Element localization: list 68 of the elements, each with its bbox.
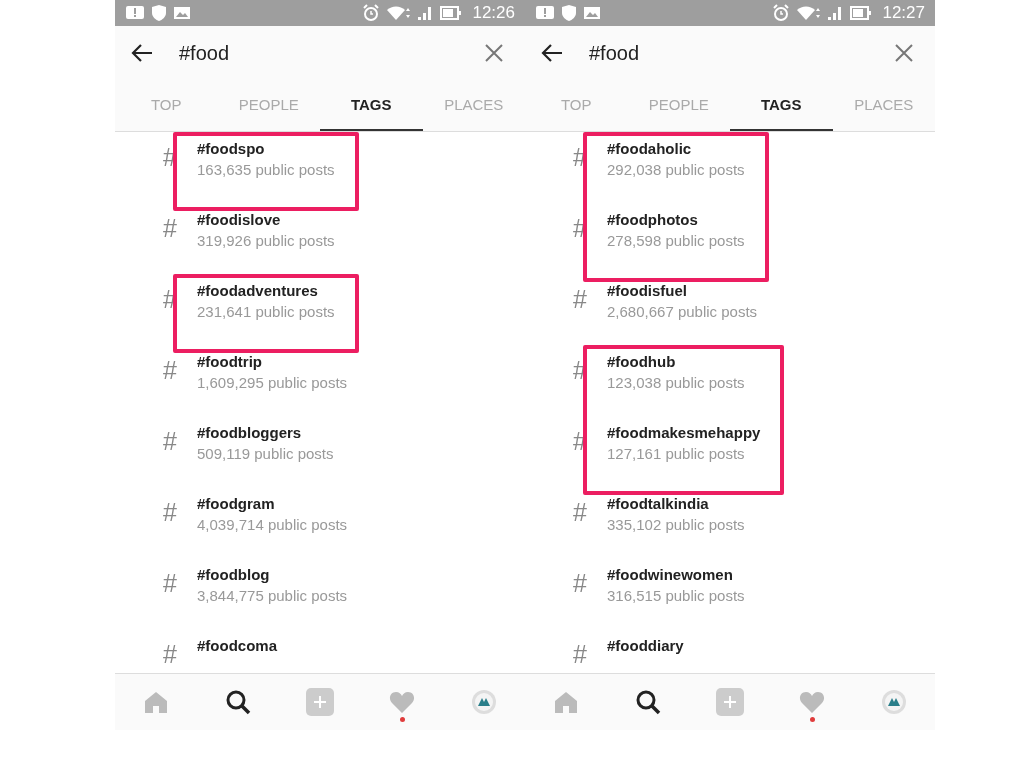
- post-count: 292,038 public posts: [607, 161, 745, 178]
- post-count: 2,680,667 public posts: [607, 303, 758, 320]
- shield-icon: [561, 4, 577, 22]
- search-field[interactable]: #food: [589, 41, 869, 65]
- hashtag-icon: #: [163, 217, 177, 239]
- hashtag-name[interactable]: #foodphotos: [607, 211, 745, 228]
- post-count: 163,635 public posts: [197, 161, 335, 178]
- shield-icon: [151, 4, 167, 22]
- hashtag-icon: #: [163, 430, 177, 452]
- hashtag-icon: #: [163, 643, 177, 665]
- close-icon[interactable]: [895, 44, 913, 62]
- hashtag-icon: #: [163, 359, 177, 381]
- hashtag-name[interactable]: #foodcoma: [197, 637, 277, 654]
- avatar-icon[interactable]: [471, 689, 497, 715]
- hashtag-icon: #: [163, 572, 177, 594]
- hashtag-name[interactable]: #foodwinewomen: [607, 566, 745, 583]
- post-count: 316,515 public posts: [607, 587, 745, 604]
- hashtag-icon: #: [573, 643, 587, 665]
- hashtag-name[interactable]: #foodspo: [197, 140, 335, 157]
- search-icon[interactable]: [225, 689, 251, 715]
- wifi-icon: [796, 5, 823, 21]
- hashtag-name[interactable]: #foodtrip: [197, 353, 348, 370]
- post-count: 335,102 public posts: [607, 516, 745, 533]
- alarm-icon: [362, 4, 381, 22]
- search-bar[interactable]: #food: [525, 26, 935, 80]
- alert-icon: [125, 5, 145, 21]
- hashtag-name[interactable]: #foodmakesmehappy: [607, 424, 761, 441]
- search-field[interactable]: #food: [179, 41, 459, 65]
- wifi-icon: [386, 5, 413, 21]
- hashtag-name[interactable]: #foodislove: [197, 211, 335, 228]
- image-icon: [583, 6, 601, 20]
- tab[interactable]: TAGS: [320, 80, 423, 131]
- tab[interactable]: TAGS: [730, 80, 833, 131]
- hashtag-name[interactable]: #foodhub: [607, 353, 761, 370]
- hashtag-icon: #: [573, 288, 587, 310]
- hashtag-name[interactable]: #foodtalkindia: [607, 495, 745, 512]
- clock-time: 12:26: [472, 3, 515, 23]
- hashtag-name[interactable]: #foodgram: [197, 495, 348, 512]
- battery-icon: [440, 6, 463, 20]
- post-count: 123,038 public posts: [607, 374, 746, 391]
- hashtag-name[interactable]: #foodblog: [197, 566, 348, 583]
- alarm-icon: [772, 4, 791, 22]
- search-icon[interactable]: [635, 689, 661, 715]
- post-count: 127,161 public posts: [607, 445, 746, 462]
- post-count: 319,926 public posts: [197, 232, 335, 249]
- hashtag-name[interactable]: #foodadventures: [197, 282, 335, 299]
- image-icon: [173, 6, 191, 20]
- hashtag-name[interactable]: #fooddiary: [607, 637, 684, 654]
- post-count: 278,598 public posts: [607, 232, 745, 249]
- hashtag-name[interactable]: #foodbloggers: [197, 424, 334, 441]
- back-arrow-icon[interactable]: [541, 43, 563, 63]
- avatar-icon[interactable]: [881, 689, 907, 715]
- hashtag-icon: #: [573, 501, 587, 523]
- hashtag-name[interactable]: #foodisfuel: [607, 282, 758, 299]
- post-count: 3,844,775 public posts: [197, 587, 348, 604]
- battery-icon: [850, 6, 873, 20]
- back-arrow-icon[interactable]: [131, 43, 153, 63]
- search-bar[interactable]: #food: [115, 26, 525, 80]
- close-icon[interactable]: [485, 44, 503, 62]
- post-count: 231,641 public posts: [197, 303, 335, 320]
- post-count: 4,039,714 public posts: [197, 516, 348, 533]
- post-count: 1,609,295 public posts: [197, 374, 348, 391]
- alert-icon: [535, 5, 555, 21]
- hashtag-icon: #: [163, 501, 177, 523]
- post-count: 509,119 public posts: [197, 445, 334, 462]
- hashtag-name[interactable]: #foodaholic: [607, 140, 745, 157]
- clock-time: 12:27: [882, 3, 925, 23]
- hashtag-icon: #: [573, 572, 587, 594]
